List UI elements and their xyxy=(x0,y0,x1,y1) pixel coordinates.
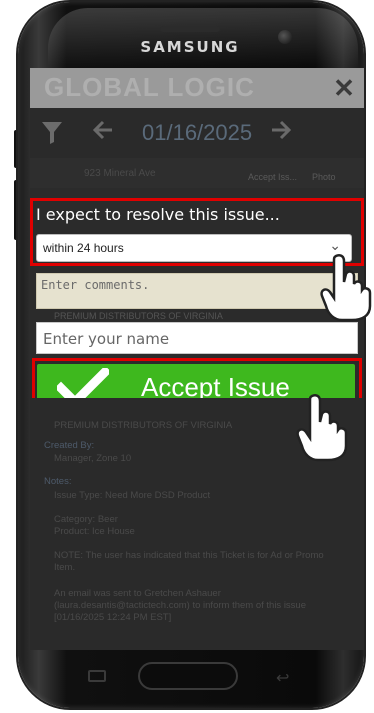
notes-label: Notes: xyxy=(44,476,72,487)
current-date: 01/16/2025 xyxy=(142,120,253,145)
recent-apps-icon[interactable] xyxy=(88,670,106,682)
arrow-right-icon[interactable] xyxy=(270,118,292,149)
ticket-address: 923 Mineral Ave xyxy=(84,168,156,179)
pointer-hand-icon xyxy=(296,393,348,462)
created-by-label: Created By: xyxy=(44,440,95,451)
ticket-toolbar: Accept Iss... Photo xyxy=(30,158,364,188)
camera-icon xyxy=(278,30,292,44)
back-icon[interactable]: ↩ xyxy=(276,668,289,688)
resolve-prompt: I expect to resolve this issue... xyxy=(36,205,280,224)
created-by-value: Manager, Zone 10 xyxy=(54,453,132,464)
date-nav: 01/16/2025 xyxy=(30,108,364,158)
issue-product: Product: Ice House xyxy=(54,526,135,537)
close-icon[interactable]: ✕ xyxy=(330,74,358,102)
issue-type: Issue Type: Need More DSD Product xyxy=(54,490,211,501)
name-placeholder: Enter your name xyxy=(43,330,170,348)
phone-speaker xyxy=(160,26,220,32)
toolbar-photo[interactable]: Photo xyxy=(312,172,336,182)
app-header: GLOBAL LOGIC ✕ xyxy=(30,68,364,108)
stage: SAMSUNG GLOBAL LOGIC ✕ 01/16/2025 Accept… xyxy=(0,0,374,713)
resolve-time-value: within 24 hours xyxy=(43,241,124,255)
phone-screen: GLOBAL LOGIC ✕ 01/16/2025 Accept Iss... … xyxy=(30,68,364,650)
ticket-distributor-mid: PREMIUM DISTRIBUTORS OF VIRGINIA xyxy=(54,311,223,321)
home-button[interactable] xyxy=(138,662,238,690)
comments-placeholder: Enter comments. xyxy=(41,278,150,292)
arrow-left-icon[interactable] xyxy=(92,118,114,149)
resolve-time-select[interactable]: within 24 hours ⌄ xyxy=(36,234,352,262)
email-note: An email was sent to Gretchen Ashauer (l… xyxy=(54,588,306,623)
name-field[interactable]: Enter your name xyxy=(36,322,358,354)
comments-field[interactable]: Enter comments. xyxy=(36,273,358,309)
device-brand: SAMSUNG xyxy=(140,38,240,56)
issue-category: Category: Beer xyxy=(54,514,118,525)
app-logo: GLOBAL LOGIC xyxy=(44,72,255,102)
toolbar-accept[interactable]: Accept Iss... xyxy=(248,172,297,182)
ticket-distributor: PREMIUM DISTRIBUTORS OF VIRGINIA xyxy=(54,420,233,431)
issue-ad-note: NOTE: The user has indicated that this T… xyxy=(54,550,324,573)
pointer-hand-icon xyxy=(320,253,372,322)
filter-icon[interactable] xyxy=(42,122,62,150)
